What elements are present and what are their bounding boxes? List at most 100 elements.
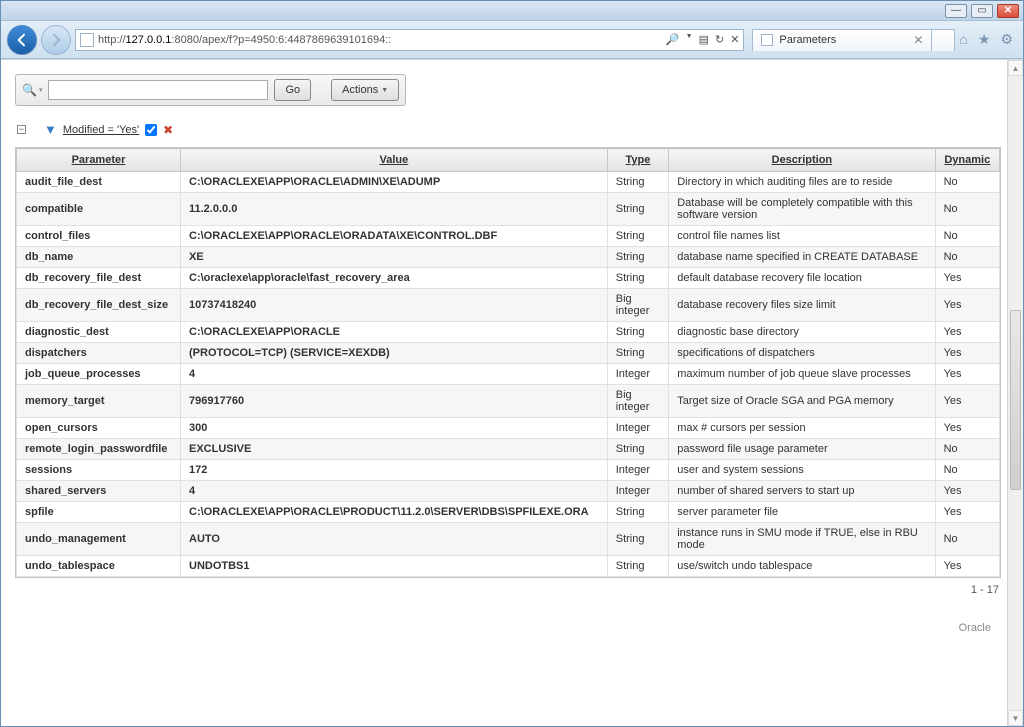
- cell-dynamic: No: [935, 226, 999, 247]
- cell-type: String: [607, 247, 668, 268]
- table-row: shared_servers4Integernumber of shared s…: [17, 481, 1000, 502]
- cell-dynamic: Yes: [935, 502, 999, 523]
- cell-type: String: [607, 502, 668, 523]
- cell-parameter: undo_tablespace: [17, 556, 181, 577]
- table-row: audit_file_destC:\ORACLEXE\APP\ORACLE\AD…: [17, 172, 1000, 193]
- search-input[interactable]: [48, 80, 268, 100]
- cell-value: C:\oraclexe\app\oracle\fast_recovery_are…: [181, 268, 608, 289]
- favorites-icon[interactable]: ★: [978, 31, 991, 48]
- column-header-type[interactable]: Type: [607, 149, 668, 172]
- close-button[interactable]: ✕: [997, 4, 1019, 18]
- tools-icon[interactable]: ⚙: [1000, 31, 1013, 48]
- browser-tab[interactable]: Parameters ✕: [752, 29, 932, 51]
- cell-description: instance runs in SMU mode if TRUE, else …: [669, 523, 935, 556]
- address-bar[interactable]: http://127.0.0.1:8080/apex/f?p=4950:6:44…: [75, 29, 744, 51]
- cell-value: 796917760: [181, 385, 608, 418]
- cell-type: Big integer: [607, 385, 668, 418]
- cell-value: XE: [181, 247, 608, 268]
- cell-parameter: compatible: [17, 193, 181, 226]
- actions-button[interactable]: Actions ▼: [331, 79, 399, 101]
- cell-parameter: db_recovery_file_dest: [17, 268, 181, 289]
- cell-description: diagnostic base directory: [669, 322, 935, 343]
- column-header-dynamic[interactable]: Dynamic: [935, 149, 999, 172]
- cell-parameter: dispatchers: [17, 343, 181, 364]
- table-row: job_queue_processes4Integermaximum numbe…: [17, 364, 1000, 385]
- cell-type: String: [607, 226, 668, 247]
- table-row: memory_target796917760Big integerTarget …: [17, 385, 1000, 418]
- go-button[interactable]: Go: [274, 79, 311, 101]
- collapse-icon[interactable]: −: [17, 125, 26, 134]
- page-scrollbar[interactable]: ▲ ▼: [1007, 60, 1023, 726]
- funnel-icon: ▼: [44, 122, 57, 137]
- search-icon[interactable]: 🔎: [666, 33, 680, 46]
- filter-expression-link[interactable]: Modified = 'Yes': [63, 124, 139, 136]
- cell-type: String: [607, 268, 668, 289]
- cell-value: UNDOTBS1: [181, 556, 608, 577]
- cell-dynamic: No: [935, 172, 999, 193]
- back-button[interactable]: [7, 25, 37, 55]
- tab-title: Parameters: [779, 34, 907, 46]
- cell-parameter: db_recovery_file_dest_size: [17, 289, 181, 322]
- cell-parameter: memory_target: [17, 385, 181, 418]
- cell-description: max # cursors per session: [669, 418, 935, 439]
- table-row: undo_tablespaceUNDOTBS1Stringuse/switch …: [17, 556, 1000, 577]
- cell-value: AUTO: [181, 523, 608, 556]
- cell-value: 4: [181, 364, 608, 385]
- table-row: dispatchers(PROTOCOL=TCP) (SERVICE=XEXDB…: [17, 343, 1000, 364]
- cell-value: 4: [181, 481, 608, 502]
- column-header-value[interactable]: Value: [181, 149, 608, 172]
- cell-dynamic: No: [935, 439, 999, 460]
- new-tab-button[interactable]: [931, 29, 955, 51]
- tab-close-icon[interactable]: ✕: [913, 33, 923, 47]
- table-row: undo_managementAUTOStringinstance runs i…: [17, 523, 1000, 556]
- cell-dynamic: Yes: [935, 364, 999, 385]
- cell-dynamic: Yes: [935, 418, 999, 439]
- footer-brand: Oracle: [15, 598, 1001, 642]
- cell-dynamic: Yes: [935, 481, 999, 502]
- stop-icon[interactable]: ✕: [730, 33, 739, 46]
- cell-dynamic: No: [935, 523, 999, 556]
- scroll-thumb[interactable]: [1010, 310, 1021, 490]
- cell-description: Database will be completely compatible w…: [669, 193, 935, 226]
- cell-value: 11.2.0.0.0: [181, 193, 608, 226]
- cell-parameter: diagnostic_dest: [17, 322, 181, 343]
- cell-value: C:\ORACLEXE\APP\ORACLE\ORADATA\XE\CONTRO…: [181, 226, 608, 247]
- scroll-up-icon[interactable]: ▲: [1008, 60, 1023, 76]
- search-column-selector[interactable]: 🔍▾: [22, 83, 42, 97]
- cell-value: C:\ORACLEXE\APP\ORACLE: [181, 322, 608, 343]
- scroll-down-icon[interactable]: ▼: [1008, 710, 1023, 726]
- remove-filter-icon[interactable]: ✖: [163, 123, 173, 137]
- active-filter-row: − ▼ Modified = 'Yes' ✖: [17, 122, 1001, 137]
- cell-description: Target size of Oracle SGA and PGA memory: [669, 385, 935, 418]
- cell-parameter: sessions: [17, 460, 181, 481]
- cell-type: String: [607, 322, 668, 343]
- cell-description: user and system sessions: [669, 460, 935, 481]
- tab-page-icon: [761, 34, 773, 46]
- refresh-icon[interactable]: ↻: [715, 33, 724, 46]
- cell-type: String: [607, 439, 668, 460]
- minimize-button[interactable]: —: [945, 4, 967, 18]
- url-text: http://127.0.0.1:8080/apex/f?p=4950:6:44…: [98, 34, 662, 46]
- home-icon[interactable]: ⌂: [959, 31, 967, 48]
- cell-value: 10737418240: [181, 289, 608, 322]
- column-header-parameter[interactable]: Parameter: [17, 149, 181, 172]
- table-row: diagnostic_destC:\ORACLEXE\APP\ORACLEStr…: [17, 322, 1000, 343]
- forward-button[interactable]: [41, 25, 71, 55]
- cell-dynamic: No: [935, 193, 999, 226]
- cell-type: Big integer: [607, 289, 668, 322]
- browser-toolbar: http://127.0.0.1:8080/apex/f?p=4950:6:44…: [1, 21, 1023, 59]
- table-row: remote_login_passwordfileEXCLUSIVEString…: [17, 439, 1000, 460]
- cell-type: Integer: [607, 418, 668, 439]
- dropdown-icon[interactable]: ▼: [686, 33, 693, 46]
- cell-description: server parameter file: [669, 502, 935, 523]
- filter-enabled-checkbox[interactable]: [145, 124, 157, 136]
- table-row: compatible11.2.0.0.0StringDatabase will …: [17, 193, 1000, 226]
- column-header-description[interactable]: Description: [669, 149, 935, 172]
- table-row: open_cursors300Integermax # cursors per …: [17, 418, 1000, 439]
- compat-icon[interactable]: ▤: [699, 33, 709, 46]
- page-icon: [80, 33, 94, 47]
- maximize-button[interactable]: ▭: [971, 4, 993, 18]
- cell-type: Integer: [607, 460, 668, 481]
- table-row: db_recovery_file_destC:\oraclexe\app\ora…: [17, 268, 1000, 289]
- cell-description: Directory in which auditing files are to…: [669, 172, 935, 193]
